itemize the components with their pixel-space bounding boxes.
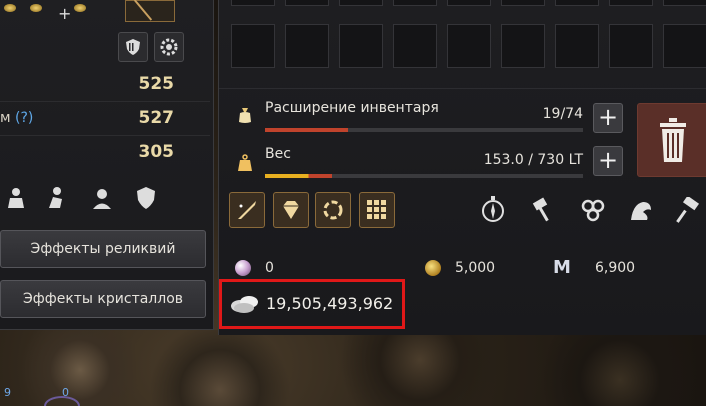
shield-toggle-button[interactable]: [118, 32, 148, 62]
delete-item-button[interactable]: [637, 103, 706, 177]
inventory-slot[interactable]: [447, 24, 491, 68]
gem-icon: [283, 201, 299, 219]
inventory-slot[interactable]: [393, 0, 437, 6]
character-panel: + + 525 м (?) 527 305: [0, 0, 214, 330]
m-currency-value: 6,900: [595, 260, 636, 276]
plus-label: +: [58, 4, 72, 23]
top-coin-row: + +: [0, 0, 120, 24]
hammer-tool-button[interactable]: [525, 192, 561, 228]
grid-icon: [367, 200, 386, 219]
settings-button[interactable]: [154, 32, 184, 62]
gold-coin-icon: [425, 260, 441, 276]
silver-value: 19,505,493,962: [266, 294, 394, 313]
gear-icon: [160, 38, 178, 56]
inventory-slot[interactable]: [609, 0, 653, 6]
sword-icon: [238, 201, 256, 219]
mallet-icon: [676, 197, 700, 223]
silver-highlight: 19,505,493,962: [219, 279, 405, 329]
shield-silhouette-icon[interactable]: [130, 182, 162, 214]
inventory-expansion-label: Расширение инвентаря: [265, 100, 439, 116]
inventory-slot[interactable]: [285, 0, 329, 6]
weight-bar-fill: [265, 174, 332, 178]
coin-icon: [4, 4, 16, 12]
inventory-slot[interactable]: [555, 24, 599, 68]
crystal-effects-button[interactable]: Эффекты кристаллов: [0, 280, 206, 318]
weight-value: 153.0 / 730 LT: [483, 152, 583, 168]
expand-inventory-button[interactable]: +: [593, 103, 623, 133]
currency-row: 0 5,000 M 6,900: [219, 252, 706, 282]
grid-tool-button[interactable]: [359, 192, 395, 228]
repair-tool-button[interactable]: [671, 192, 706, 228]
bust-silhouette-icon[interactable]: [86, 182, 118, 214]
silver-icon: [231, 296, 258, 313]
equipment-slot-weapon[interactable]: [125, 0, 175, 22]
shield-icon: [126, 39, 140, 55]
inventory-slot[interactable]: [285, 24, 329, 68]
pearl-icon: [235, 260, 251, 276]
hammer-icon: [532, 197, 549, 222]
trash-icon: [660, 118, 686, 162]
inventory-expansion-value: 19/74: [542, 106, 583, 122]
coin-icon: [74, 4, 86, 12]
inventory-slot[interactable]: [339, 0, 383, 6]
shard-tool-button[interactable]: [315, 192, 351, 228]
gold-coin-value: 5,000: [455, 260, 496, 276]
compass-tool-button[interactable]: [475, 192, 511, 228]
stat-label: м (?): [0, 110, 33, 126]
spiral-tool-button[interactable]: [575, 192, 611, 228]
inventory-slot[interactable]: [609, 24, 653, 68]
bag-icon: [239, 108, 251, 123]
weight-label: Вес: [265, 146, 291, 162]
divider: [219, 88, 706, 89]
weight-bar: [265, 174, 583, 178]
triskelion-icon: [581, 199, 605, 222]
inventory-slot[interactable]: [555, 0, 599, 6]
sword-tool-button[interactable]: [229, 192, 265, 228]
stat-row: 305: [0, 136, 210, 170]
pearl-value: 0: [265, 260, 274, 276]
pet-tool-button[interactable]: [623, 192, 659, 228]
inventory-slot[interactable]: [339, 24, 383, 68]
hotbar-count: 9: [4, 386, 11, 399]
creature-icon: [631, 202, 651, 220]
stat-row: м (?) 527: [0, 102, 210, 136]
inventory-slot[interactable]: [501, 24, 545, 68]
silhouette-icons: [0, 182, 200, 218]
inventory-slot[interactable]: [663, 24, 706, 68]
runner-silhouette-icon[interactable]: [40, 182, 72, 214]
gem-tool-button[interactable]: [273, 192, 309, 228]
inventory-slot[interactable]: [231, 0, 275, 6]
swirl-icon: [323, 200, 343, 220]
stat-value: 525: [138, 74, 175, 94]
stat-value: 305: [138, 142, 175, 162]
help-icon[interactable]: (?): [15, 110, 33, 126]
stat-row: 525: [0, 68, 210, 102]
stat-label-text: м: [0, 110, 11, 126]
inventory-expansion-bar: [265, 128, 583, 132]
inventory-slot[interactable]: [663, 0, 706, 6]
increase-weight-button[interactable]: +: [593, 146, 623, 176]
weight-icon: [238, 154, 252, 171]
inventory-slot[interactable]: [501, 0, 545, 6]
compass-icon: [482, 196, 504, 222]
background-scenery: [0, 330, 706, 406]
m-currency-icon: M: [553, 257, 571, 278]
inventory-slot[interactable]: [447, 0, 491, 6]
inventory-slot[interactable]: [231, 24, 275, 68]
warrior-silhouette-icon[interactable]: [0, 182, 32, 214]
inventory-expansion-bar-fill: [265, 128, 348, 132]
coin-icon: [30, 4, 42, 12]
relic-effects-button[interactable]: Эффекты реликвий: [0, 230, 206, 268]
stat-value: 527: [138, 108, 175, 128]
inventory-slot[interactable]: [393, 24, 437, 68]
